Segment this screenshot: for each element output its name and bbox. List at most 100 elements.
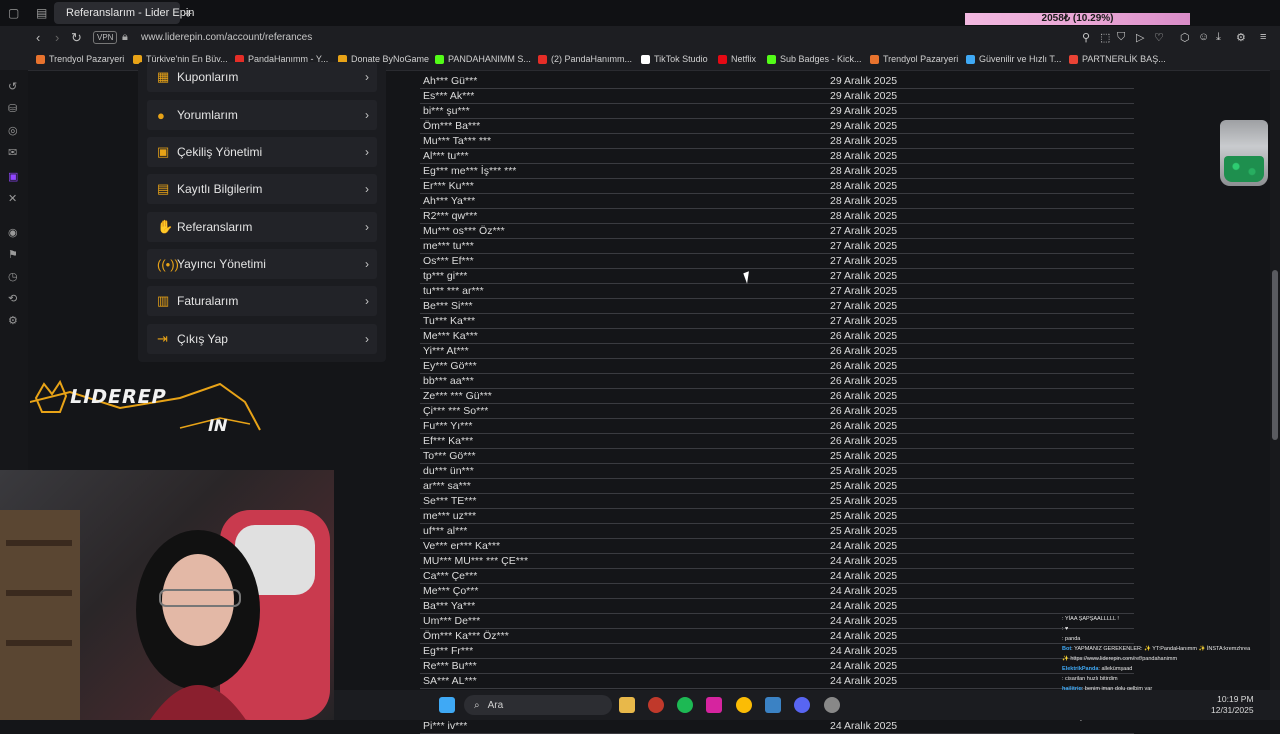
reference-date: 27 Aralık 2025 <box>830 270 898 282</box>
reference-date: 24 Aralık 2025 <box>830 675 898 687</box>
pin-icon[interactable]: ⚲ <box>1082 31 1090 44</box>
reference-name: me*** uz*** <box>423 510 477 522</box>
bookmark-icon[interactable]: ⚑ <box>8 248 18 261</box>
logo-text: LIDEREP <box>67 386 169 408</box>
url-field[interactable]: www.liderepin.com/account/referances <box>141 32 312 43</box>
bag-icon[interactable]: ⛁ <box>8 102 17 115</box>
reference-name: bb*** aa*** <box>423 375 474 387</box>
table-row: Öm*** Ka*** Öz*** 24 Aralık 2025 <box>420 629 1134 644</box>
messenger-icon[interactable]: ◎ <box>8 124 18 137</box>
chat-message: ✨ https://www.liderepin.com/ref/pandahan… <box>1062 654 1280 664</box>
reference-name: Mu*** Ta*** *** <box>423 135 492 147</box>
menu-item-cekilis-yonetimi[interactable]: ▣ Çekiliş Yönetimi › <box>147 137 377 167</box>
invoice-icon: ▥ <box>157 293 170 308</box>
bookmark-item[interactable]: Netflix <box>718 54 756 64</box>
player-icon[interactable]: ◉ <box>8 226 18 239</box>
bookmark-item[interactable]: Sub Badges - Kick... <box>767 54 862 64</box>
twitch-icon[interactable]: ▣ <box>8 170 18 183</box>
page-scrollbar[interactable] <box>1270 70 1280 690</box>
bookmark-item[interactable]: Trendyol Pazaryeri <box>36 54 124 64</box>
reference-date: 29 Aralık 2025 <box>830 105 898 117</box>
table-row: Ef*** Ka*** 26 Aralık 2025 <box>420 434 1134 449</box>
obs-icon[interactable] <box>824 697 840 713</box>
bookmark-item[interactable]: Trendyol Pazaryeri <box>870 54 958 64</box>
chevron-right-icon: › <box>365 332 369 346</box>
play-icon[interactable]: ▷ <box>1136 31 1144 44</box>
menu-item-kuponlarim[interactable]: ▦ Kuponlarım › <box>147 62 377 92</box>
table-row: Ve*** er*** Ka*** 24 Aralık 2025 <box>420 539 1134 554</box>
reference-date: 24 Aralık 2025 <box>830 615 898 627</box>
new-tab-button[interactable]: + <box>184 5 192 21</box>
screenshot-icon[interactable]: ⬚ <box>1100 31 1110 44</box>
table-row: Ey*** Gö*** 26 Aralık 2025 <box>420 359 1134 374</box>
chevron-right-icon: › <box>365 257 369 271</box>
webcam-feed <box>0 470 334 720</box>
sync-icon[interactable]: ⟲ <box>8 292 17 305</box>
scrollbar-thumb[interactable] <box>1272 270 1278 440</box>
reference-date: 26 Aralık 2025 <box>830 405 898 417</box>
chevron-right-icon: › <box>365 220 369 234</box>
system-clock[interactable]: 10:19 PM 12/31/2025 <box>1211 694 1254 716</box>
bookmark-item[interactable]: TikTok Studio <box>641 54 708 64</box>
menu-item-faturalarim[interactable]: ▥ Faturalarım › <box>147 286 377 316</box>
reference-date: 26 Aralık 2025 <box>830 435 898 447</box>
forward-icon[interactable]: › <box>55 30 59 45</box>
chat-text: : cisarilan huzlı bitirdim <box>1062 676 1118 682</box>
profile-icon[interactable]: ☺ <box>1198 31 1209 43</box>
menu-icon[interactable]: ≡ <box>1260 31 1266 43</box>
clock-icon[interactable]: ◷ <box>8 270 18 283</box>
reference-name: Ve*** er*** Ka*** <box>423 540 501 552</box>
spotify-icon[interactable] <box>677 697 693 713</box>
ticket-icon: ▦ <box>157 69 170 84</box>
app-icon[interactable] <box>765 697 781 713</box>
opera-icon[interactable] <box>648 697 664 713</box>
vpn-badge[interactable]: VPN <box>93 31 118 44</box>
reference-date: 25 Aralık 2025 <box>830 450 898 462</box>
reload-icon[interactable]: ↻ <box>71 30 82 46</box>
chat-text: : ♥ <box>1062 626 1069 632</box>
bookmark-favicon-icon <box>966 54 975 64</box>
mail-icon[interactable]: ✉ <box>8 146 17 159</box>
reference-date: 25 Aralık 2025 <box>830 465 898 477</box>
menu-item-kayitli-bilgilerim[interactable]: ▤ Kayıtlı Bilgilerim › <box>147 174 377 204</box>
taskbar-search[interactable]: ⌕ Ara <box>464 695 612 715</box>
shield-icon[interactable]: ⛉ <box>1117 31 1125 44</box>
table-row: Um*** De*** 24 Aralık 2025 <box>420 614 1134 629</box>
reference-date: 26 Aralık 2025 <box>830 345 898 357</box>
menu-item-referanslarim[interactable]: ✋ Referanslarım › <box>147 212 377 242</box>
download-icon[interactable]: ⤓ <box>1216 31 1221 44</box>
chrome-icon[interactable] <box>736 697 752 713</box>
menu-item-yayinci-yonetimi[interactable]: ((•)) Yayıncı Yönetimi › <box>147 249 377 279</box>
tab-list-icon[interactable]: ▤ <box>36 6 47 20</box>
settings-icon[interactable]: ⚙ <box>1236 31 1246 44</box>
file-explorer-icon[interactable] <box>619 697 635 713</box>
instagram-icon[interactable] <box>706 697 722 713</box>
reference-date: 28 Aralık 2025 <box>830 195 898 207</box>
x-icon[interactable]: ✕ <box>8 192 17 205</box>
menu-item-cikis-yap[interactable]: ⇥ Çıkış Yap › <box>147 324 377 354</box>
reference-name: tu*** *** ar*** <box>423 285 484 297</box>
windows-start-icon[interactable] <box>439 697 455 713</box>
chevron-right-icon: › <box>365 294 369 308</box>
menu-item-yorumlarim[interactable]: ● Yorumlarım › <box>147 100 377 130</box>
extensions-icon[interactable]: ⬡ <box>1180 31 1190 44</box>
back-icon[interactable]: ‹ <box>36 30 40 45</box>
history-icon[interactable]: ↺ <box>8 80 17 93</box>
discord-icon[interactable] <box>794 697 810 713</box>
broadcast-icon: ((•)) <box>157 256 179 272</box>
bookmark-item[interactable]: Güvenilir ve Hızlı T... <box>966 54 1061 64</box>
bookmark-item[interactable]: PARTNERLİK BAŞ... <box>1069 54 1166 64</box>
reference-date: 25 Aralık 2025 <box>830 510 898 522</box>
settings-icon[interactable]: ⚙ <box>8 314 18 327</box>
lock-icon[interactable]: 🔒︎ <box>122 31 128 44</box>
sidebar-toggle-icon[interactable]: ▢ <box>8 6 19 20</box>
bookmark-item[interactable]: (2) PandaHanımm... <box>538 54 632 64</box>
table-row: Se*** TE*** 25 Aralık 2025 <box>420 494 1134 509</box>
tab-active[interactable]: Referanslarım - Lider Epin <box>54 2 194 24</box>
table-row: uf*** al*** 25 Aralık 2025 <box>420 524 1134 539</box>
table-row: Eg*** me*** İş*** *** 28 Aralık 2025 <box>420 164 1134 179</box>
bookmark-item[interactable]: PANDAHANIMM S... <box>435 54 531 64</box>
heart-icon[interactable]: ♡ <box>1154 31 1164 44</box>
table-row: Re*** Bu*** 24 Aralık 2025 <box>420 659 1134 674</box>
reference-date: 24 Aralık 2025 <box>830 630 898 642</box>
